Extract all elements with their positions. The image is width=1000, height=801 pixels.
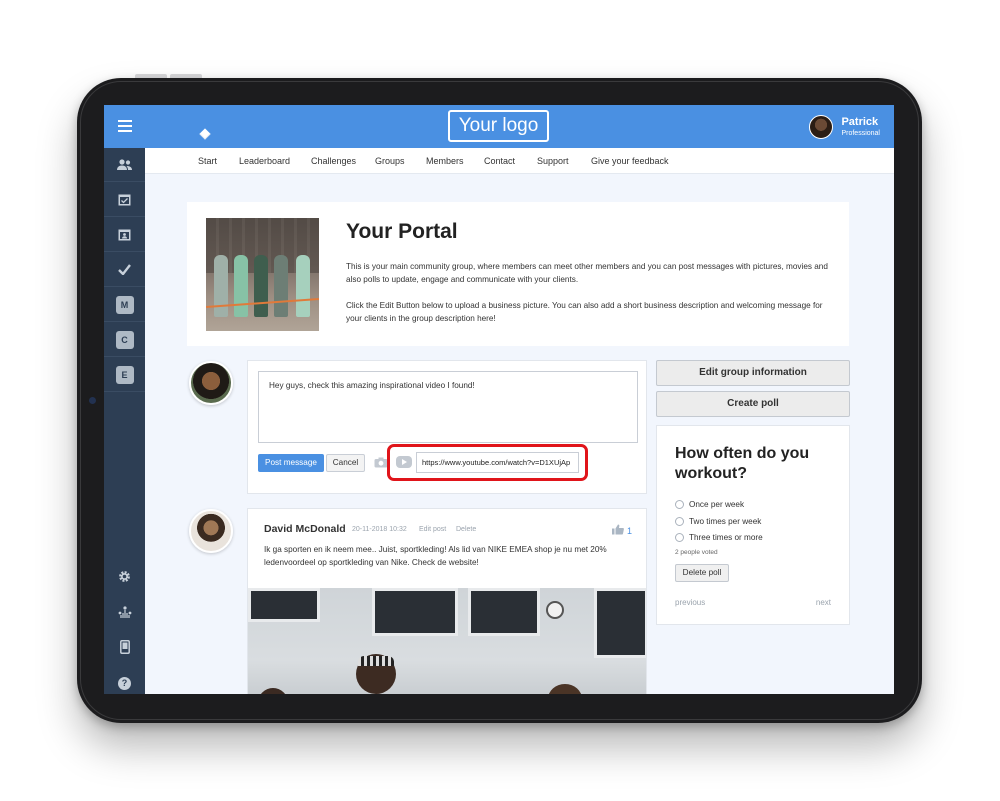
feed-post: David McDonald 20-11-2018 10:32 Edit pos… bbox=[247, 508, 647, 694]
radio-button[interactable] bbox=[675, 532, 684, 542]
edit-post-link[interactable]: Edit post bbox=[419, 526, 446, 533]
avatar bbox=[189, 361, 233, 405]
radio-button[interactable] bbox=[675, 499, 684, 509]
app-screen: Your logo Patrick Professional M C E ? S… bbox=[104, 105, 894, 694]
menu-icon[interactable] bbox=[118, 120, 132, 132]
sidebar-item-mobile[interactable] bbox=[104, 632, 145, 662]
users-icon bbox=[117, 158, 132, 170]
poll-option[interactable]: Once per week bbox=[675, 498, 744, 510]
main-nav: Start Leaderboard Challenges Groups Memb… bbox=[145, 148, 894, 174]
help-icon: ? bbox=[118, 676, 131, 690]
poll-option[interactable]: Three times or more bbox=[675, 531, 763, 543]
page-title: Your Portal bbox=[346, 220, 458, 243]
post-author[interactable]: David McDonald bbox=[264, 523, 346, 535]
clock-icon bbox=[546, 601, 564, 619]
radio-button[interactable] bbox=[675, 516, 684, 526]
sidebar-item-e[interactable]: E bbox=[104, 358, 145, 392]
sidebar: M C E ? bbox=[104, 148, 145, 694]
cancel-button[interactable]: Cancel bbox=[326, 454, 365, 472]
tab-leaderboard[interactable]: Leaderboard bbox=[239, 156, 290, 166]
sidebar-item-calendar[interactable] bbox=[104, 183, 145, 217]
sidebar-item-c[interactable]: C bbox=[104, 323, 145, 357]
network-icon bbox=[118, 605, 131, 618]
sidebar-item-tasks[interactable] bbox=[104, 253, 145, 287]
tab-support[interactable]: Support bbox=[537, 156, 569, 166]
sidebar-item-m[interactable]: M bbox=[104, 288, 145, 322]
top-header: Your logo Patrick Professional bbox=[104, 105, 894, 148]
mobile-icon bbox=[119, 640, 130, 654]
checkmark-icon bbox=[118, 264, 131, 275]
delete-post-link[interactable]: Delete bbox=[456, 526, 476, 533]
tab-start[interactable]: Start bbox=[198, 156, 217, 166]
edit-group-button[interactable]: Edit group information bbox=[656, 360, 850, 386]
avatar bbox=[809, 115, 834, 139]
poll-card: How often do you workout? Once per week … bbox=[656, 425, 850, 625]
logo[interactable]: Your logo bbox=[448, 110, 549, 142]
post-text: Ik ga sporten en ik neem mee.. Juist, sp… bbox=[264, 545, 607, 567]
tab-challenges[interactable]: Challenges bbox=[311, 156, 356, 166]
user-role: Professional bbox=[841, 130, 880, 137]
poll-option-label: Three times or more bbox=[689, 532, 763, 542]
group-letter: M bbox=[115, 295, 134, 314]
front-camera bbox=[89, 397, 96, 404]
like-button[interactable]: 1 bbox=[612, 524, 632, 536]
post-image[interactable] bbox=[248, 588, 646, 694]
group-letter: C bbox=[115, 330, 134, 349]
gear-icon bbox=[119, 570, 130, 582]
poll-vote-count: 2 people voted bbox=[675, 549, 718, 556]
post-date: 20-11-2018 10:32 bbox=[352, 526, 407, 533]
group-letter: E bbox=[115, 365, 134, 384]
message-textarea[interactable]: Hey guys, check this amazing inspiration… bbox=[258, 371, 638, 443]
post-composer: Hey guys, check this amazing inspiration… bbox=[247, 360, 647, 494]
thumbs-up-icon bbox=[612, 524, 625, 535]
tab-members[interactable]: Members bbox=[426, 156, 464, 166]
poll-next-link[interactable]: next bbox=[816, 598, 831, 607]
poll-previous-link[interactable]: previous bbox=[675, 598, 705, 607]
camera-icon[interactable] bbox=[374, 457, 388, 468]
group-photo[interactable] bbox=[206, 218, 319, 331]
user-menu[interactable]: Patrick Professional bbox=[809, 114, 880, 140]
post-message-button[interactable]: Post message bbox=[258, 454, 324, 472]
highlight-annotation bbox=[387, 444, 588, 481]
portal-instructions: Click the Edit Button below to upload a … bbox=[346, 301, 823, 323]
calendar-user-icon bbox=[118, 229, 131, 241]
poll-option-label: Two times per week bbox=[689, 516, 762, 526]
sidebar-item-members[interactable] bbox=[104, 148, 145, 182]
sidebar-item-settings[interactable] bbox=[104, 561, 145, 591]
like-count: 1 bbox=[626, 526, 632, 536]
portal-card: Your Portal This is your main community … bbox=[187, 202, 849, 346]
avatar bbox=[189, 509, 233, 553]
poll-question: How often do you workout? bbox=[675, 445, 810, 482]
delete-poll-button[interactable]: Delete poll bbox=[675, 564, 729, 582]
sidebar-item-bookings[interactable] bbox=[104, 218, 145, 252]
calendar-check-icon bbox=[118, 194, 131, 206]
tab-contact[interactable]: Contact bbox=[484, 156, 515, 166]
user-name: Patrick bbox=[841, 116, 879, 128]
tab-groups[interactable]: Groups bbox=[375, 156, 405, 166]
tab-feedback[interactable]: Give your feedback bbox=[591, 156, 669, 166]
create-poll-button[interactable]: Create poll bbox=[656, 391, 850, 417]
sidebar-item-network[interactable] bbox=[104, 597, 145, 627]
poll-option-label: Once per week bbox=[689, 499, 745, 509]
portal-description: This is your main community group, where… bbox=[346, 262, 828, 284]
sidebar-item-help[interactable]: ? bbox=[104, 668, 145, 694]
poll-option[interactable]: Two times per week bbox=[675, 515, 761, 527]
